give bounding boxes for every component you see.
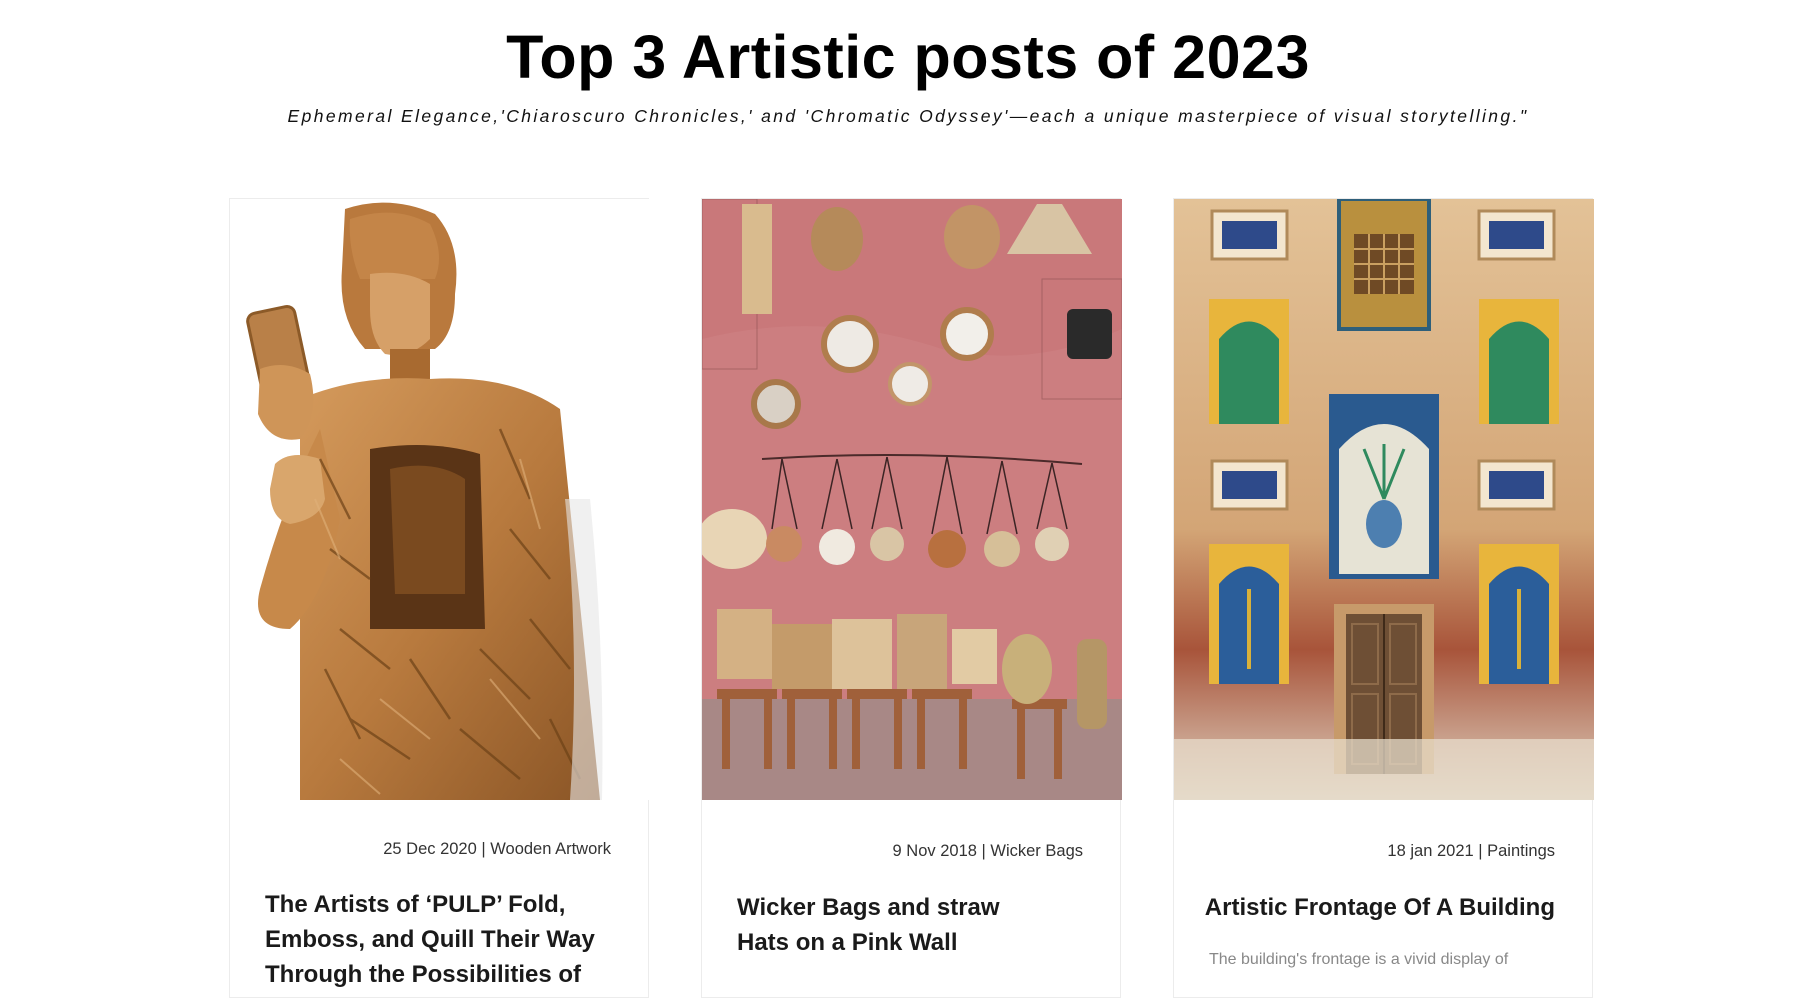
post-image-building-frontage[interactable] <box>1174 199 1594 800</box>
post-meta: 25 Dec 2020 | Wooden Artwork <box>383 840 611 858</box>
post-card-1[interactable]: 25 Dec 2020 | Wooden Artwork The Artists… <box>229 198 650 998</box>
post-card-2[interactable]: 9 Nov 2018 | Wicker Bags Wicker Bags and… <box>701 198 1122 998</box>
post-meta: 9 Nov 2018 | Wicker Bags <box>892 842 1083 860</box>
post-image-wooden-sculpture[interactable] <box>230 199 650 800</box>
page-subtitle: Ephemeral Elegance,'Chiaroscuro Chronicl… <box>287 106 1529 126</box>
post-meta: 18 jan 2021 | Paintings <box>1387 842 1555 860</box>
post-title[interactable]: The Artists of ‘PULP’ Fold, Emboss, and … <box>265 887 605 992</box>
post-title[interactable]: Wicker Bags and straw Hats on a Pink Wal… <box>737 890 1057 960</box>
post-title[interactable]: Artistic Frontage Of A Building <box>1205 890 1555 925</box>
page-title: Top 3 Artistic posts of 2023 <box>506 23 1310 91</box>
post-card-3[interactable]: 18 jan 2021 | Paintings Artistic Frontag… <box>1173 198 1594 998</box>
post-image-wicker-bags[interactable] <box>702 199 1122 800</box>
post-excerpt: The building's frontage is a vivid displ… <box>1209 951 1509 968</box>
